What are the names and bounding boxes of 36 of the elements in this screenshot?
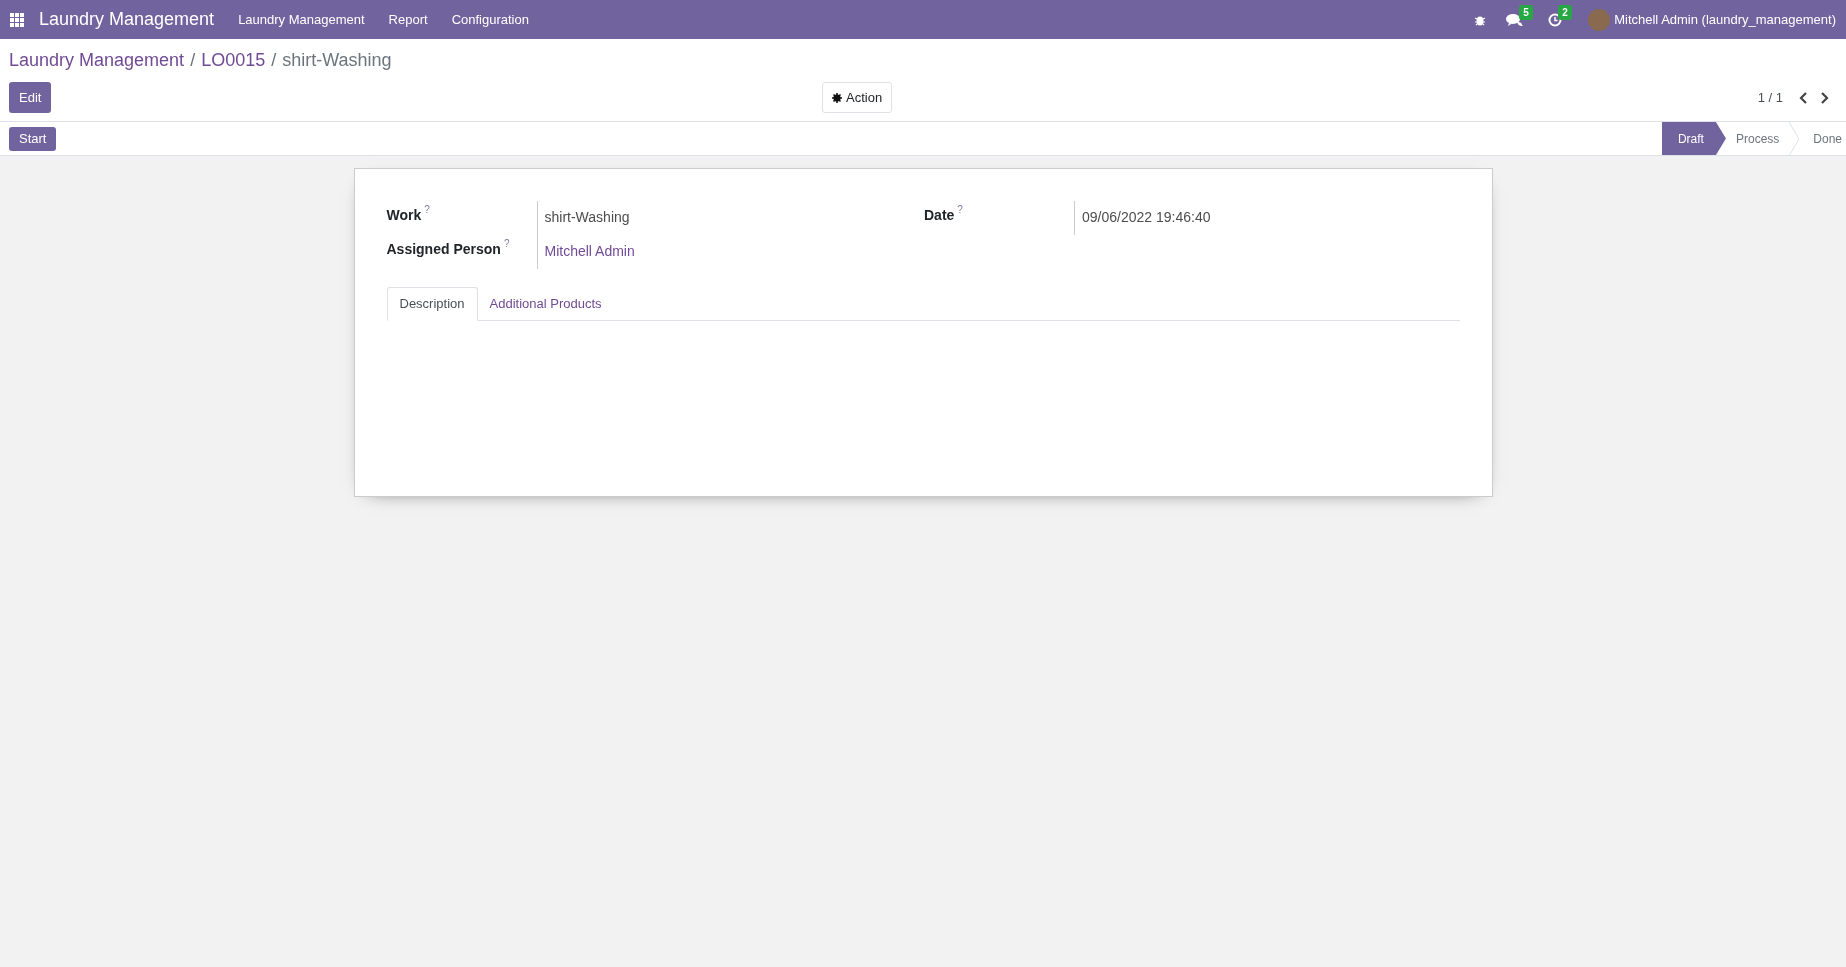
breadcrumb-separator: / (271, 48, 277, 72)
field-label: Work (386, 206, 422, 225)
breadcrumb-link[interactable]: Laundry Management (9, 46, 185, 74)
pager-counter: 1 / 1 (1757, 88, 1783, 107)
field-value: 09/06/2022 19:46:40 (1082, 209, 1211, 225)
apps-menu-icon[interactable] (10, 12, 24, 27)
clock-icon[interactable] (1548, 12, 1563, 27)
status-stage[interactable]: Process (1725, 122, 1804, 155)
menu-item[interactable]: Report (388, 9, 428, 30)
field-value: shirt-Washing (544, 209, 630, 225)
form-tab[interactable]: Additional Products (477, 287, 614, 321)
activity-count-badge: 2 (1558, 4, 1572, 20)
menu-item[interactable]: Configuration (451, 9, 529, 30)
edit-button[interactable]: Edit (9, 82, 52, 113)
help-tooltip-icon[interactable]: ? (424, 202, 430, 217)
start-button[interactable]: Start (9, 126, 57, 151)
field-label: Date (924, 206, 955, 225)
field-label: Assigned Person (386, 240, 501, 259)
status-stage[interactable]: Done (1803, 122, 1846, 155)
field-link[interactable]: Mitchell Admin (544, 243, 635, 259)
previous-record-icon[interactable] (1799, 91, 1809, 104)
next-record-icon[interactable] (1819, 91, 1829, 104)
menu-item[interactable]: Laundry Management (238, 9, 365, 30)
user-menu[interactable]: Mitchell Admin (laundry_management) (1614, 9, 1836, 30)
breadcrumb-link[interactable]: LO0015 (201, 46, 266, 74)
status-stage[interactable]: Draft (1661, 122, 1726, 155)
form-tab[interactable]: Description (386, 287, 478, 321)
message-count-badge: 5 (1519, 4, 1533, 20)
breadcrumb-separator: / (190, 48, 196, 72)
help-tooltip-icon[interactable]: ? (503, 236, 510, 251)
breadcrumb-current: shirt-Washing (282, 48, 392, 72)
help-tooltip-icon[interactable]: ? (957, 202, 963, 217)
action-button[interactable]: Action (822, 82, 893, 113)
chat-icon[interactable] (1506, 12, 1525, 27)
app-title[interactable]: Laundry Management (39, 6, 215, 33)
gear-icon (832, 92, 842, 103)
